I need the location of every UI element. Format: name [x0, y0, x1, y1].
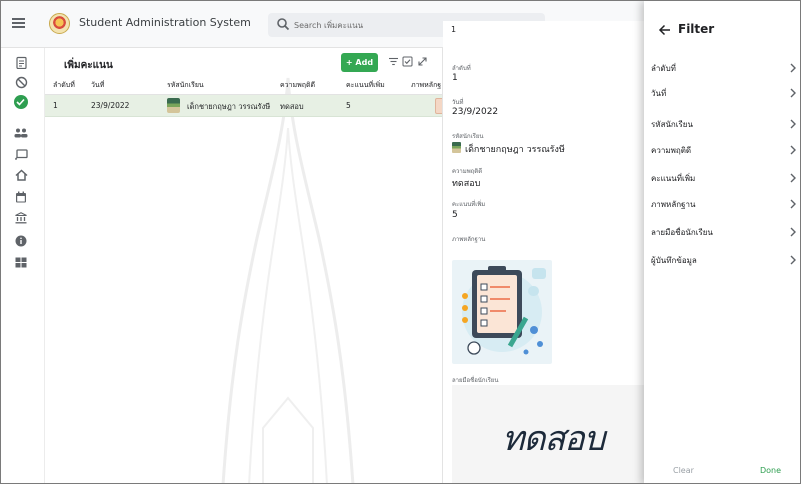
- page-title: เพิ่มคะแนน: [64, 60, 113, 71]
- menu-icon[interactable]: [12, 18, 25, 28]
- sidebar-item-people[interactable]: [12, 124, 30, 142]
- field-label: ความพฤติดี: [452, 168, 483, 175]
- app-title: Student Administration System: [79, 16, 251, 29]
- filter-item[interactable]: วันที่: [644, 82, 800, 104]
- evidence-image[interactable]: [452, 260, 552, 364]
- chevron-right-icon: [790, 173, 796, 183]
- sidebar-item-grid[interactable]: [12, 253, 30, 271]
- field-value: 1: [452, 73, 458, 83]
- home-icon: [14, 169, 28, 181]
- filter-title: Filter: [678, 22, 715, 36]
- cell-student: เด็กชายกฤษฎา วรรณรังษี: [187, 102, 271, 111]
- filter-item-label: วันที่: [651, 89, 667, 98]
- evidence-thumbnail: [435, 98, 442, 114]
- chevron-right-icon: [790, 199, 796, 209]
- field-value-student: เด็กชายกฤษฎา วรรณรังษี: [452, 142, 565, 156]
- field-label: ลำดับที่: [452, 65, 471, 72]
- sidebar: [1, 48, 45, 483]
- select-checkbox-icon[interactable]: [402, 56, 413, 67]
- table-panel: เพิ่มคะแนน + Add ลำดับที่ วันที่ รหัสนัก…: [45, 48, 443, 483]
- filter-drawer: Filter ลำดับที่ วันที่ รหัสนักเรียน ความ…: [644, 1, 800, 483]
- chevron-right-icon: [790, 119, 796, 129]
- column-header[interactable]: วันที่: [91, 80, 104, 91]
- field-value: 5: [452, 210, 458, 220]
- field-label: วันที่: [452, 99, 464, 106]
- expand-icon[interactable]: [417, 56, 428, 67]
- column-header[interactable]: คะแนนที่เพิ่ม: [346, 80, 385, 91]
- arrow-back-icon[interactable]: [658, 23, 672, 37]
- cell-behavior: ทดสอบ: [280, 102, 304, 111]
- app-window: Student Administration System Search เพิ…: [0, 0, 801, 484]
- filter-icon[interactable]: [388, 56, 399, 67]
- cell-points: 5: [346, 101, 351, 110]
- filter-item[interactable]: คะแนนที่เพิ่ม: [644, 167, 800, 189]
- filter-item[interactable]: รหัสนักเรียน: [644, 113, 800, 135]
- filter-item-label: ผู้บันทึกข้อมูล: [651, 256, 697, 265]
- filter-item[interactable]: ลายมือชื่อนักเรียน: [644, 221, 800, 243]
- checklist-illustration: [462, 266, 546, 355]
- cell-date: 23/9/2022: [91, 101, 130, 110]
- field-label: ภาพหลักฐาน: [452, 236, 486, 243]
- filter-item[interactable]: ภาพหลักฐาน: [644, 193, 800, 215]
- chevron-right-icon: [790, 255, 796, 265]
- column-header[interactable]: ภาพหลักฐ: [411, 80, 441, 91]
- school-logo: [49, 13, 70, 34]
- filter-item-label: คะแนนที่เพิ่ม: [651, 174, 696, 183]
- sidebar-item-check[interactable]: [8, 92, 33, 112]
- calendar-icon: [16, 191, 26, 203]
- field-label: คะแนนที่เพิ่ม: [452, 201, 486, 208]
- check-circle-icon: [16, 98, 25, 106]
- filter-item[interactable]: ความพฤติดี: [644, 139, 800, 161]
- field-value: ทดสอบ: [452, 179, 481, 189]
- table-header: ลำดับที่ วันที่ รหัสนักเรียน ความพฤติดี …: [45, 73, 442, 95]
- clear-button[interactable]: Clear: [673, 466, 694, 475]
- signature-text: ทดสอบ: [502, 419, 605, 459]
- chevron-right-icon: [790, 145, 796, 155]
- temple-watermark: [221, 77, 355, 483]
- column-header[interactable]: ความพฤติดี: [280, 80, 315, 91]
- chevron-right-icon: [790, 227, 796, 237]
- sidebar-item-calendar[interactable]: [12, 188, 30, 206]
- search-icon: [277, 18, 290, 31]
- signature-box[interactable]: ทดสอบ: [452, 385, 644, 483]
- filter-item-label: ลำดับที่: [651, 64, 676, 73]
- detail-panel: 1 ลำดับที่ 1 วันที่ 23/9/2022 รหัสนักเรี…: [443, 21, 644, 483]
- sidebar-item-home[interactable]: [12, 166, 30, 184]
- grid-view-icon: [15, 257, 27, 267]
- student-avatar: [167, 98, 180, 113]
- table-row[interactable]: 1 23/9/2022 เด็กชายกฤษฎา วรรณรังษี ทดสอบ…: [45, 95, 442, 117]
- chevron-right-icon: [790, 88, 796, 98]
- chevron-right-icon: [790, 63, 796, 73]
- sidebar-item-cast[interactable]: [12, 145, 30, 163]
- student-avatar: [452, 142, 461, 153]
- block-icon: [15, 76, 27, 88]
- field-label: รหัสนักเรียน: [452, 133, 484, 140]
- filter-item[interactable]: ผู้บันทึกข้อมูล: [644, 249, 800, 271]
- student-name: เด็กชายกฤษฎา วรรณรังษี: [465, 145, 565, 155]
- sidebar-item-account-balance[interactable]: [12, 209, 30, 227]
- info-icon: [15, 235, 27, 247]
- filter-item-label: ความพฤติดี: [651, 146, 692, 155]
- filter-item[interactable]: ลำดับที่: [644, 57, 800, 79]
- sidebar-item-block[interactable]: [12, 73, 30, 91]
- account-balance-icon: [15, 212, 27, 224]
- sidebar-item-clipboard[interactable]: [12, 53, 30, 71]
- field-label: ลายมือชื่อนักเรียน: [452, 377, 499, 384]
- filter-item-label: รหัสนักเรียน: [651, 120, 693, 129]
- people-icon: [14, 128, 28, 138]
- detail-header: 1: [451, 25, 457, 34]
- clipboard-icon: [15, 56, 27, 69]
- add-button[interactable]: + Add: [341, 53, 378, 72]
- filter-item-label: ภาพหลักฐาน: [651, 200, 696, 209]
- filter-item-label: ลายมือชื่อนักเรียน: [651, 228, 713, 237]
- column-header[interactable]: ลำดับที่: [53, 80, 75, 91]
- sidebar-item-info[interactable]: [12, 232, 30, 250]
- column-header[interactable]: รหัสนักเรียน: [167, 80, 204, 91]
- field-value: 23/9/2022: [452, 107, 499, 117]
- done-button[interactable]: Done: [760, 466, 781, 475]
- cast-icon: [14, 148, 28, 160]
- cell-order: 1: [53, 101, 58, 110]
